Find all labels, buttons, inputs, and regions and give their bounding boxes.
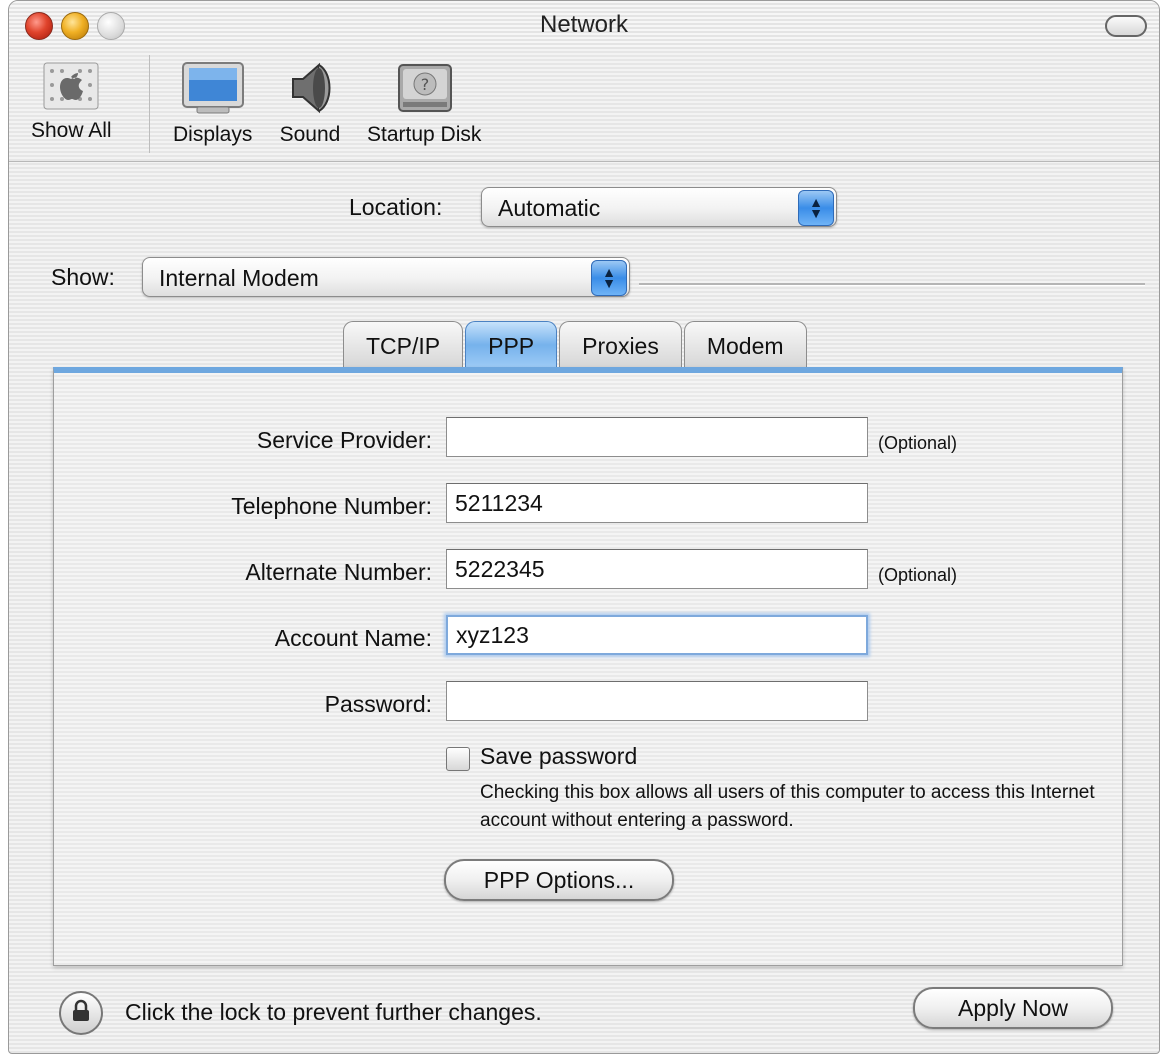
toolbar: Show All Displays Sound ? Startup Disk — [9, 49, 1159, 162]
service-provider-label: Service Provider: — [256, 427, 432, 453]
toolbar-toggle-button[interactable] — [1105, 15, 1147, 37]
ppp-options-button[interactable]: PPP Options... — [444, 859, 674, 901]
telephone-number-field[interactable] — [446, 483, 868, 523]
apple-logo-icon — [31, 59, 112, 113]
service-provider-field[interactable] — [446, 417, 868, 457]
service-provider-optional-note: (Optional) — [878, 433, 958, 453]
toolbar-separator — [149, 55, 150, 153]
display-icon — [173, 59, 252, 117]
ppp-panel: Service Provider: (Optional) Telephone N… — [53, 367, 1123, 966]
save-password-help-text: Checking this box allows all users of th… — [480, 782, 1095, 831]
account-name-field[interactable] — [446, 615, 868, 655]
password-label: Password: — [324, 691, 432, 717]
show-all-button[interactable]: Show All — [31, 59, 112, 143]
lock-button[interactable] — [59, 991, 103, 1035]
tab-modem[interactable]: Modem — [683, 321, 807, 368]
svg-text:?: ? — [421, 75, 430, 94]
save-password-checkbox[interactable] — [446, 747, 470, 771]
sound-label: Sound — [279, 123, 341, 146]
location-label: Location: — [349, 194, 443, 220]
show-popup[interactable]: Internal Modem ▲ ▼ — [142, 257, 630, 297]
startup-disk-button[interactable]: ? Startup Disk — [367, 59, 481, 147]
displays-label: Displays — [173, 123, 253, 146]
popup-arrows-icon: ▲ ▼ — [591, 260, 627, 296]
show-all-label: Show All — [31, 119, 112, 142]
account-name-label: Account Name: — [274, 625, 432, 651]
popup-arrows-icon: ▲ ▼ — [798, 190, 834, 226]
alternate-number-optional-note: (Optional) — [878, 565, 958, 585]
speaker-icon — [279, 59, 341, 117]
sound-button[interactable]: Sound — [279, 59, 341, 147]
location-popup[interactable]: Automatic ▲ ▼ — [481, 187, 837, 227]
network-window: Network Show All Displays Sound ? Startu… — [8, 0, 1160, 1054]
tab-bar: TCP/IP PPP Proxies Modem — [343, 321, 809, 369]
show-value: Internal Modem — [159, 265, 319, 291]
hard-disk-icon: ? — [367, 59, 481, 117]
save-password-label[interactable]: Save password — [480, 743, 637, 770]
lock-icon — [71, 999, 91, 1028]
location-value: Automatic — [498, 195, 601, 221]
alternate-number-field[interactable] — [446, 549, 868, 589]
tab-proxies[interactable]: Proxies — [559, 321, 682, 368]
lock-status-text: Click the lock to prevent further change… — [125, 999, 542, 1025]
tab-ppp[interactable]: PPP — [465, 321, 558, 368]
telephone-number-label: Telephone Number: — [231, 493, 432, 519]
startup-disk-label: Startup Disk — [367, 123, 482, 146]
displays-button[interactable]: Displays — [173, 59, 252, 147]
tab-tcp-ip[interactable]: TCP/IP — [343, 321, 464, 368]
title-bar[interactable]: Network — [9, 1, 1159, 49]
window-title: Network — [539, 11, 629, 38]
separator-line — [639, 283, 1145, 286]
show-label: Show: — [51, 264, 115, 290]
alternate-number-label: Alternate Number: — [245, 559, 432, 585]
apply-now-button[interactable]: Apply Now — [913, 987, 1113, 1029]
password-field[interactable] — [446, 681, 868, 721]
